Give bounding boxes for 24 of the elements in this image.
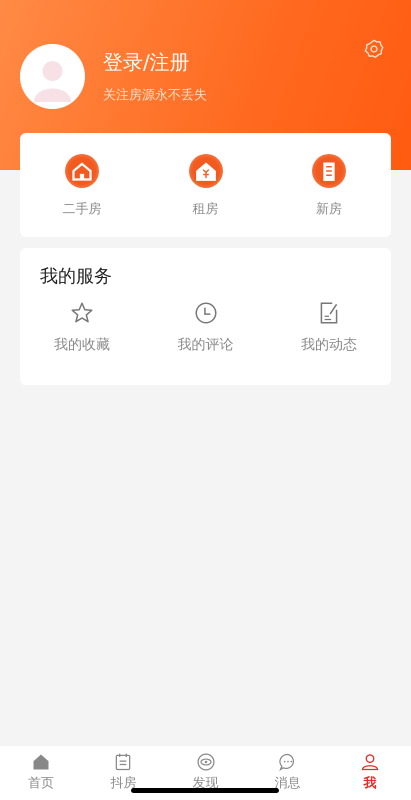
settings-icon[interactable] [363, 38, 385, 60]
eye-icon [196, 752, 216, 772]
clock-icon[interactable] [192, 300, 218, 326]
tab[interactable]: 消息 [246, 746, 329, 800]
service-label[interactable]: 我的收藏 [54, 336, 110, 354]
tab[interactable]: 发现 [164, 746, 247, 800]
login-link[interactable]: 登录/注册 [103, 49, 207, 76]
house-category-icon[interactable] [188, 154, 222, 188]
house-category-icon[interactable] [312, 154, 346, 188]
calendar-icon [113, 752, 134, 772]
person-icon [360, 752, 380, 772]
tab[interactable]: 我 [328, 746, 411, 800]
service-label[interactable]: 我的评论 [178, 336, 234, 354]
house-category-icon[interactable] [64, 154, 99, 188]
service-label[interactable]: 我的动态 [301, 336, 358, 354]
tab[interactable]: 首页 [0, 746, 82, 800]
category-label[interactable]: 新房 [316, 200, 342, 218]
section-title: 我的服务 [39, 265, 112, 288]
category-label[interactable]: 二手房 [62, 200, 102, 218]
home-icon [31, 752, 52, 772]
profile-subtitle: 关注房源永不丢失 [103, 87, 207, 104]
category-label[interactable]: 租房 [192, 200, 218, 218]
avatar[interactable] [20, 44, 85, 109]
tab[interactable]: 抖房 [82, 746, 164, 800]
